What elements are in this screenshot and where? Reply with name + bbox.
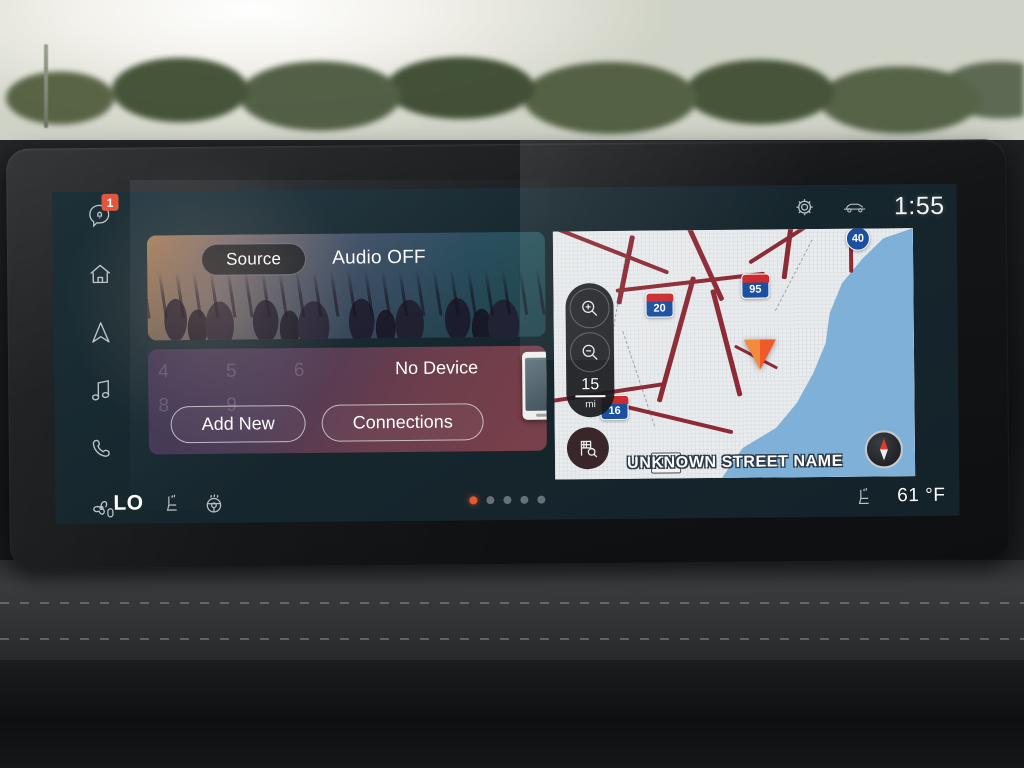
page-dot-4[interactable] <box>520 495 529 504</box>
sidebar-item-media[interactable] <box>81 375 121 408</box>
tree-line <box>0 38 1024 150</box>
map-scale-bar <box>575 395 606 397</box>
heated-seat-icon[interactable] <box>855 486 875 506</box>
page-dot-3[interactable] <box>503 495 512 505</box>
clock: 1:55 <box>893 191 945 220</box>
car-icon[interactable] <box>842 199 868 215</box>
infotainment-bezel: 1:55 1 Source Audio OFF 4 5 6 8 9 No Dev… <box>6 139 1010 569</box>
add-new-button[interactable]: Add New <box>170 404 306 444</box>
map-scale: 15 mi <box>575 376 606 410</box>
phone-actions: Add New Connections <box>170 403 484 444</box>
route-shield-95: 95 <box>741 273 770 299</box>
map-scale-value: 15 <box>581 376 600 394</box>
notification-badge: 1 <box>101 193 119 211</box>
main-content: Source Audio OFF 4 5 6 8 9 No Device Add… <box>146 231 547 484</box>
bottom-bar-left: LO <box>113 491 224 516</box>
sidebar-nav[interactable]: 1 <box>52 191 149 524</box>
driver-temp-value[interactable]: LO <box>113 492 143 516</box>
device-status: No Device <box>395 357 479 379</box>
sidebar-item-notifications[interactable]: 1 <box>80 193 120 233</box>
status-bar-right: 1:55 <box>794 184 945 229</box>
smartphone-icon <box>521 351 547 420</box>
heated-seat-icon[interactable] <box>163 493 183 513</box>
map-scale-unit: mi <box>585 398 596 410</box>
compass-needle-north <box>879 438 888 450</box>
photo-scene: 1:55 1 Source Audio OFF 4 5 6 8 9 No Dev… <box>0 0 1024 768</box>
heated-steering-wheel-icon[interactable] <box>203 492 224 513</box>
sidebar-item-phone[interactable] <box>82 433 122 466</box>
dashboard-lower-console <box>0 660 1024 768</box>
bottom-bar-right: 61 °F <box>855 485 945 508</box>
page-indicator[interactable] <box>469 495 546 505</box>
passenger-temp-value[interactable]: 61 °F <box>897 485 945 507</box>
gear-icon[interactable] <box>794 196 816 218</box>
route-shield-20: 20 <box>645 292 674 318</box>
antenna <box>44 44 48 128</box>
sidebar-item-home[interactable] <box>80 258 120 291</box>
phone-card[interactable]: 4 5 6 8 9 No Device Add New Connections <box>147 345 547 455</box>
audio-card[interactable]: Source Audio OFF <box>146 231 546 341</box>
map-panel[interactable]: 20 95 16 40 405 15 mi UNKNOWN STREET NAM… <box>552 228 916 480</box>
source-button[interactable]: Source <box>200 242 307 276</box>
zoom-out-button[interactable] <box>569 332 611 373</box>
sidebar-item-navigation[interactable] <box>81 316 121 349</box>
vehicle-heading-arrow <box>743 339 777 370</box>
page-dot-1[interactable] <box>469 496 478 505</box>
zoom-in-button[interactable] <box>569 288 610 329</box>
dashboard-stitched-trim <box>0 560 1024 675</box>
map-zoom-controls[interactable]: 15 mi <box>565 282 615 417</box>
current-street-name: UNKNOWN STREET NAME <box>627 452 844 472</box>
audio-card-header: Source Audio OFF <box>147 241 545 277</box>
page-dot-5[interactable] <box>537 495 546 504</box>
page-dot-2[interactable] <box>486 496 495 505</box>
connections-button[interactable]: Connections <box>321 403 484 442</box>
crowd-hands-artwork <box>147 268 546 319</box>
bottom-status-bar: LO 61 °F <box>55 476 959 525</box>
audio-status: Audio OFF <box>332 246 426 269</box>
infotainment-display[interactable]: 1:55 1 Source Audio OFF 4 5 6 8 9 No Dev… <box>52 183 960 525</box>
